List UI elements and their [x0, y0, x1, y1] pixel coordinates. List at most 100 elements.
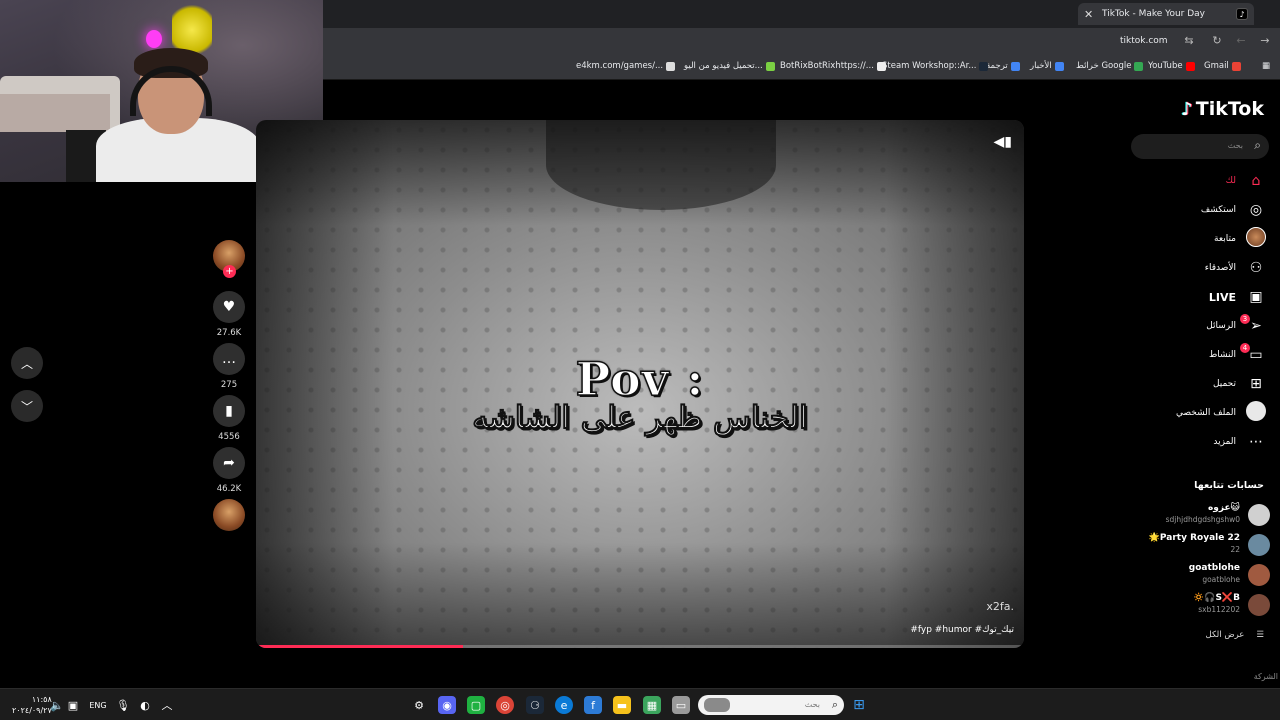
- live-icon: ▣: [1249, 289, 1263, 305]
- sidebar-item-profile[interactable]: الملف الشخصي: [1126, 401, 1266, 424]
- sidebar-item-live[interactable]: ▣ LIVE: [1126, 286, 1266, 308]
- sidebar-item-more[interactable]: ⋯ المزيد: [1126, 431, 1266, 453]
- tab-close-icon[interactable]: ✕: [1084, 8, 1098, 21]
- chrome-icon[interactable]: ◎: [496, 696, 514, 714]
- bookmark-favicon-icon: [1010, 61, 1020, 71]
- avatar: [1248, 534, 1270, 556]
- heart-icon: ♥: [213, 291, 245, 323]
- follow-plus-icon[interactable]: +: [223, 265, 236, 278]
- followed-account[interactable]: 🔅🎧S❌B sxb112202: [1100, 592, 1270, 618]
- sidebar-item-label: LIVE: [1208, 290, 1236, 304]
- comment-button[interactable]: … 275: [208, 343, 250, 390]
- video-hashtags[interactable]: #fyp #humor #تيك_توك: [910, 625, 1014, 635]
- sidebar-item-label: استكشف: [1200, 205, 1236, 215]
- sidebar-item-following[interactable]: متابعة: [1126, 227, 1266, 250]
- share-button[interactable]: ➦ 46.2K: [208, 447, 250, 494]
- creator-avatar[interactable]: +: [208, 240, 250, 278]
- like-button[interactable]: ♥ 27.6K: [208, 291, 250, 338]
- bookmark-item[interactable]: Gmail: [1204, 61, 1241, 71]
- next-video-button[interactable]: ﹀: [11, 390, 43, 422]
- task-view-icon[interactable]: ▭: [672, 696, 690, 714]
- reload-icon[interactable]: ↻: [1210, 34, 1224, 47]
- settings-gear-icon[interactable]: ⚙: [410, 696, 428, 714]
- following-title: حسابات تتابعها: [1194, 480, 1264, 491]
- search-icon[interactable]: ⌕: [1254, 138, 1261, 153]
- forward-icon[interactable]: ←: [1234, 34, 1248, 47]
- browser-tab[interactable]: ✕ TikTok - Make Your Day ♪: [1078, 3, 1254, 25]
- bookmark-item[interactable]: YouTube: [1148, 61, 1195, 71]
- followed-account[interactable]: goatblohe goatblohe: [1100, 562, 1270, 588]
- like-count: 27.6K: [216, 328, 242, 338]
- sidebar-item-messages[interactable]: ➢ 3 الرسائل: [1126, 314, 1266, 337]
- video-player[interactable]: Pov : الخناس ظهر على الشاشه ◀▮ x2fa. #fy…: [256, 120, 1024, 648]
- account-name: عزوه😺: [1207, 503, 1240, 513]
- sidebar-item-label: لك: [1225, 176, 1236, 186]
- account-handle: sxb112202: [1198, 605, 1240, 614]
- tiktok-logo[interactable]: ♪ TikTok: [1181, 98, 1264, 120]
- bookmark-item[interactable]: ترجمة: [986, 61, 1020, 71]
- video-progress-fill: [256, 645, 464, 648]
- url-field[interactable]: tiktok.com: [1120, 36, 1168, 46]
- followed-account[interactable]: 🌟Party Royale 22 22: [1100, 532, 1270, 558]
- search-input[interactable]: بحث ⌕: [1131, 134, 1269, 159]
- volume-icon[interactable]: ◀▮: [994, 134, 1012, 150]
- sidebar-item-label: متابعة: [1214, 234, 1236, 244]
- bookmark-item[interactable]: BotRixBotRixhttps://...: [780, 61, 886, 71]
- tiktok-favicon-icon: ♪: [1236, 8, 1248, 20]
- store-icon[interactable]: ▦: [643, 696, 661, 714]
- list-icon: ☰: [1256, 630, 1264, 640]
- company-link[interactable]: الشركة: [1254, 672, 1278, 681]
- previous-video-button[interactable]: ︿: [11, 347, 43, 379]
- bookmarks-more-icon[interactable]: ▦: [1262, 61, 1270, 71]
- site-settings-icon[interactable]: ⇆: [1182, 34, 1196, 47]
- bookmark-item[interactable]: تحميل فيديو من اليو...: [684, 61, 775, 71]
- account-handle: sdjhjdhdgdshgshw0: [1165, 515, 1240, 524]
- account-name: goatblohe: [1188, 563, 1240, 573]
- video-overlay-caption: الخناس ظهر على الشاشه: [472, 400, 809, 437]
- chevron-up-icon[interactable]: ︿: [158, 696, 176, 714]
- notification-badge: 3: [1240, 314, 1250, 324]
- edge-icon[interactable]: e: [555, 696, 573, 714]
- app-tray-icon[interactable]: ◐: [136, 696, 154, 714]
- sidebar-item-label: النشاط: [1208, 350, 1236, 360]
- taskbar-search-icon: ⌕: [831, 698, 838, 711]
- share-count: 46.2K: [216, 484, 242, 494]
- account-handle: goatblohe: [1202, 575, 1240, 584]
- messages-icon: ➢ 3: [1240, 314, 1266, 334]
- bookmark-favicon-icon: [666, 61, 676, 71]
- language-indicator[interactable]: ENG: [86, 696, 110, 714]
- facebook-icon[interactable]: f: [584, 696, 602, 714]
- bookmark-item[interactable]: خرائط Google: [1076, 61, 1144, 71]
- tab-title: TikTok - Make Your Day: [1102, 9, 1206, 19]
- bookmark-favicon-icon: [1054, 61, 1064, 71]
- bookmark-favicon-icon: [979, 61, 989, 71]
- network-icon[interactable]: ▣: [64, 696, 82, 714]
- music-disc[interactable]: [208, 499, 250, 531]
- steam-icon[interactable]: ⚆: [526, 696, 544, 714]
- chat-app-icon[interactable]: ▢: [467, 696, 485, 714]
- friends-icon: ⚇: [1249, 260, 1263, 276]
- more-icon: ⋯: [1249, 434, 1263, 450]
- bookmark-item[interactable]: e4km.com/games/...: [576, 61, 676, 71]
- sidebar-item-label: الملف الشخصي: [1176, 408, 1236, 418]
- sidebar-item-label: الرسائل: [1206, 321, 1236, 331]
- file-explorer-icon[interactable]: ▬: [613, 696, 631, 714]
- followed-account[interactable]: عزوه😺 sdjhjdhdgdshgshw0: [1100, 502, 1270, 528]
- discord-icon[interactable]: ◉: [438, 696, 456, 714]
- bookmark-item[interactable]: Steam Workshop::Ar...: [882, 61, 989, 71]
- back-icon[interactable]: →: [1258, 34, 1272, 47]
- save-button[interactable]: ▮ 4556: [208, 395, 250, 442]
- sidebar-item-compass[interactable]: ◎ استكشف: [1126, 199, 1266, 221]
- save-count: 4556: [218, 432, 240, 442]
- bookmark-favicon-icon: [876, 61, 886, 71]
- microphone-icon[interactable]: 🎙: [114, 696, 132, 714]
- sidebar-item-friends[interactable]: ⚇ الأصدقاء: [1126, 257, 1266, 279]
- sidebar-item-upload[interactable]: ⊞ تحميل: [1126, 373, 1266, 395]
- windows-start-icon[interactable]: ⊞: [850, 696, 868, 714]
- clock[interactable]: ١١:٥٨ ٢٠٢٤/٠٩/٢٧: [12, 694, 52, 716]
- see-all-button[interactable]: عرض الكل ☰: [1206, 630, 1264, 640]
- taskbar-search-input[interactable]: بحث ⌕: [698, 695, 844, 715]
- sidebar-item-activity[interactable]: ▭ 4 النشاط: [1126, 343, 1266, 366]
- sidebar-item-home[interactable]: ⌂ لك: [1126, 170, 1266, 192]
- bookmark-item[interactable]: الأخبار: [1030, 61, 1064, 71]
